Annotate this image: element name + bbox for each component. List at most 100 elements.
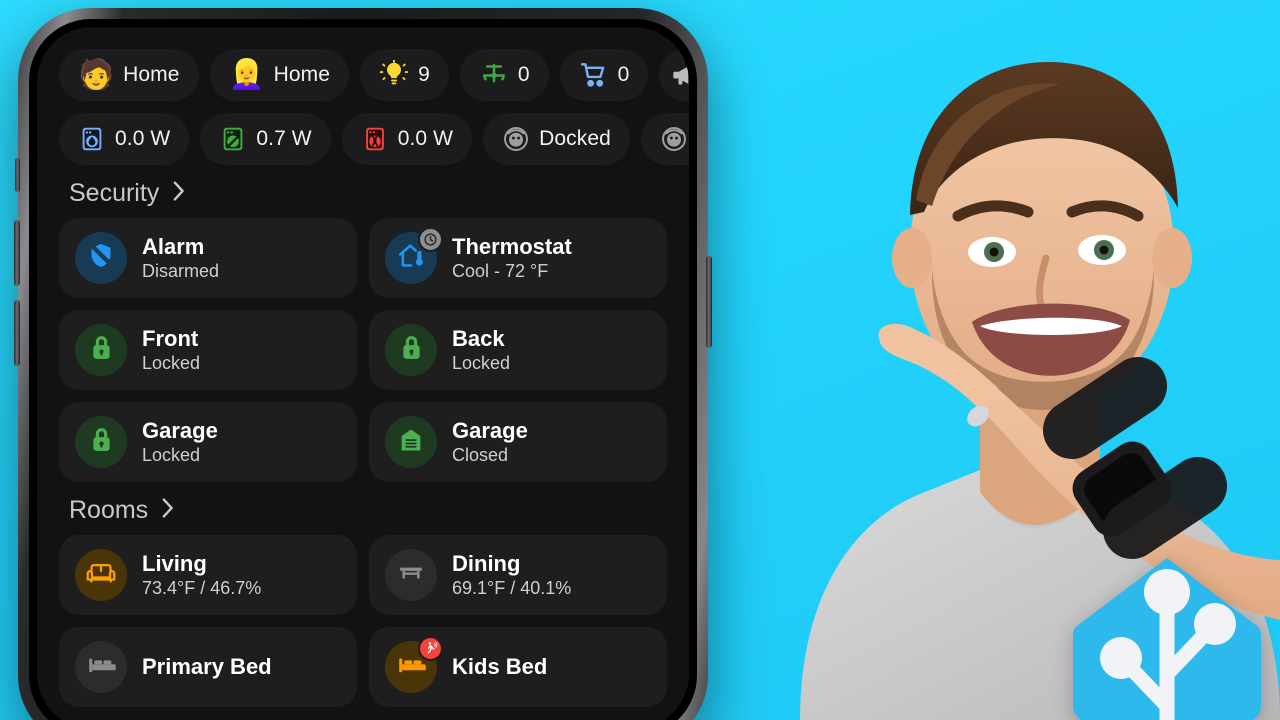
card-garage-lock-iconwrap [75,416,127,468]
shopping-cart-icon [579,60,609,90]
card-garage-door-subtitle: Closed [452,444,509,465]
chip-irrigation-value: 0 [517,63,530,86]
chip-washer-value: 0.0 W [115,127,171,150]
card-alarm-iconwrap [75,232,127,284]
person-avatar-female-emoji: 👱‍♀️ [228,58,265,91]
card-front-lock-circle [75,324,127,376]
card-primary-bed-circle [75,641,127,693]
shield-off-icon [86,241,116,276]
card-alarm-subtitle: Disarmed [142,260,220,281]
chip-dishwasher-value: 0.0 W [397,127,454,150]
card-garage-lock-subtitle: Locked [142,444,201,465]
lock-closed-icon [87,425,116,459]
card-thermostat-iconwrap [385,227,443,284]
card-garage-door-circle [385,416,437,468]
card-back-lock[interactable]: Back Locked [369,310,667,390]
card-front-lock[interactable]: Front Locked [59,310,357,390]
phone-volume-down-button [14,300,20,366]
phone-bezel: 🧑 Home 👱‍♀️ Home [29,19,697,720]
chip-dryer-value: 0.7 W [256,127,312,150]
card-garage-lock-title: Garage [142,417,218,443]
washing-machine-icon [78,125,106,153]
card-alarm-circle [75,232,127,284]
chevron-right-icon [171,179,187,208]
card-kids-bed-title: Kids Bed [452,654,548,680]
card-living-circle [75,549,127,601]
card-alarm[interactable]: Alarm Disarmed [59,218,357,298]
card-dining-text: Dining 69.1°F / 40.1% [452,551,571,599]
card-kids-bed[interactable]: Kids Bed [369,627,667,707]
card-back-lock-circle [385,324,437,376]
card-dining-subtitle: 69.1°F / 40.1% [452,577,572,598]
card-primary-bed[interactable]: Primary Bed [59,627,357,707]
card-kids-bed-iconwrap [385,636,443,693]
card-back-lock-iconwrap [385,324,437,376]
card-front-lock-title: Front [142,325,199,351]
card-living-text: Living 73.4°F / 46.7% [142,551,261,599]
card-primary-bed-text: Primary Bed [142,654,272,680]
thumbnail-stage: 🧑 Home 👱‍♀️ Home [0,0,1280,720]
card-thermostat[interactable]: Thermostat Cool - 72 °F [369,218,667,298]
chip-shopping[interactable]: 0 [559,49,649,101]
bed-icon [87,650,116,684]
phone-mute-switch [15,158,20,192]
card-living-title: Living [142,550,207,576]
chip-row-appliances: 0.0 W 0.7 W 0.0 W Docked [59,113,689,165]
chip-person-2-value: Home [273,63,331,86]
card-back-lock-text: Back Locked [452,326,510,374]
table-icon [397,559,425,592]
card-dining[interactable]: Dining 69.1°F / 40.1% [369,535,667,615]
chip-washer[interactable]: 0.0 W [59,113,190,165]
card-dining-circle [385,549,437,601]
card-dining-iconwrap [385,549,437,601]
chip-person-1[interactable]: 🧑 Home [59,49,199,101]
garage-closed-icon [397,426,425,459]
chip-vacuum-1[interactable]: Docked [483,113,630,165]
chip-dishwasher[interactable]: 0.0 W [341,113,473,165]
card-garage-door[interactable]: Garage Closed [369,402,667,482]
chip-vacuum-1-value: Docked [539,127,611,150]
phone-mockup: 🧑 Home 👱‍♀️ Home [14,8,712,720]
card-garage-lock[interactable]: Garage Locked [59,402,357,482]
chip-person-2[interactable]: 👱‍♀️ Home [209,49,350,101]
card-front-lock-subtitle: Locked [142,352,201,373]
card-back-lock-subtitle: Locked [452,352,511,373]
rooms-grid: Living 73.4°F / 46.7% Dining 69.1°F / 40… [59,535,667,707]
chip-lights-value: 9 [418,63,430,86]
dishwasher-icon [361,125,389,153]
card-primary-bed-title: Primary Bed [142,654,272,680]
chip-lights[interactable]: 9 [360,49,449,101]
chip-announce[interactable] [659,49,689,101]
chevron-right-icon [160,496,176,525]
robot-vacuum-icon [660,125,688,153]
chip-irrigation[interactable]: 0 [459,49,549,101]
phone-screen: 🧑 Home 👱‍♀️ Home [37,27,689,720]
clock-icon [418,227,443,252]
section-header-security[interactable]: Security [69,179,667,208]
card-kids-bed-text: Kids Bed [452,654,547,680]
chip-row-primary: 🧑 Home 👱‍♀️ Home [59,49,689,101]
card-thermostat-title: Thermostat [452,233,572,259]
dashboard: 🧑 Home 👱‍♀️ Home [37,27,689,720]
card-garage-door-text: Garage Closed [452,418,528,466]
phone-volume-up-button [14,220,20,286]
chip-dryer[interactable]: 0.7 W [200,113,331,165]
person-avatar-male-emoji: 🧑 [78,58,115,91]
motion-sensor-icon [418,636,443,661]
section-title-security: Security [69,179,160,207]
lightbulb-icon [379,60,409,90]
section-header-rooms[interactable]: Rooms [69,496,667,525]
card-living[interactable]: Living 73.4°F / 46.7% [59,535,357,615]
section-title-rooms: Rooms [69,496,149,524]
megaphone-icon [671,61,689,89]
chip-person-1-value: Home [123,63,180,86]
chip-vacuum-2[interactable]: Off [640,113,689,165]
card-living-subtitle: 73.4°F / 46.7% [142,577,262,598]
card-thermostat-text: Thermostat Cool - 72 °F [452,234,572,282]
card-alarm-text: Alarm Disarmed [142,234,219,282]
chip-shopping-value: 0 [617,63,630,86]
tumble-dryer-icon [219,125,247,153]
card-garage-door-iconwrap [385,416,437,468]
home-assistant-logo [1067,556,1267,720]
card-primary-bed-iconwrap [75,641,127,693]
